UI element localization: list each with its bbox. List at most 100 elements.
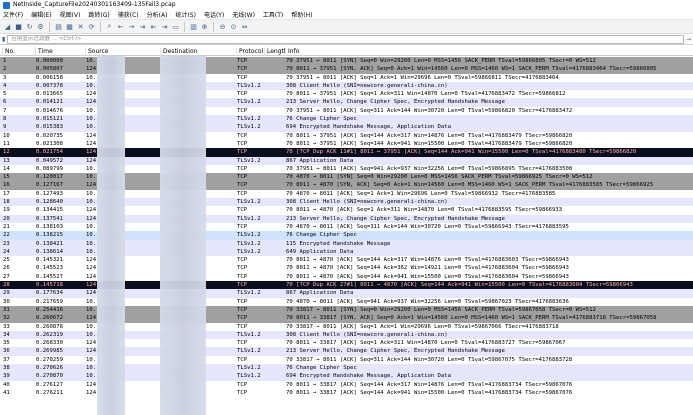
restart-icon[interactable]: ↻ — [25, 22, 34, 31]
cell-no: 34 — [3, 331, 10, 338]
cell-proto: TCP — [237, 174, 248, 181]
cell-time: 0.021308 — [36, 140, 63, 147]
zoom-out-icon[interactable]: ⊖ — [218, 22, 227, 31]
last-icon[interactable]: ⇥ — [160, 22, 169, 31]
cell-info: 213 Server Hello, Change Cipher Spec, En… — [286, 348, 505, 355]
cell-time: 0.014121 — [36, 99, 63, 106]
column-header-no[interactable]: No. — [2, 47, 35, 56]
stop-icon[interactable]: ■ — [14, 22, 23, 31]
cell-no: 12 — [3, 149, 10, 156]
cell-info: 70 [TCP Dup ACK 11#1] 8011 → 37951 [ACK]… — [286, 149, 637, 156]
cell-len — [265, 140, 286, 148]
cell-proto: TCP — [237, 190, 248, 197]
column-header-len[interactable]: Length — [264, 47, 285, 56]
cell-no: 14 — [3, 165, 10, 172]
cell-len — [265, 107, 286, 115]
menu-item-9[interactable]: 工具(T) — [263, 10, 283, 19]
cell-time: 0.000000 — [36, 58, 63, 64]
menu-item-1[interactable]: 编辑(E) — [31, 10, 51, 19]
cell-proto: TLSv1.2 — [237, 157, 261, 164]
column-header-info[interactable]: Info — [285, 47, 693, 56]
cell-info: 70 8011 → 33817 [ACK] Seq=1 Ack=311 Win=… — [286, 340, 566, 347]
cell-len — [265, 339, 286, 347]
back-icon[interactable]: ← — [116, 22, 125, 31]
goto-icon[interactable]: ⇥ — [138, 22, 147, 31]
cell-time: 0.021754 — [36, 149, 63, 156]
menu-item-7[interactable]: 电话(Y) — [204, 10, 224, 19]
first-icon[interactable]: ⇤ — [149, 22, 158, 31]
cell-len — [265, 223, 286, 231]
menu-item-8[interactable]: 无线(W) — [232, 10, 255, 19]
cell-time: 0.276127 — [36, 381, 63, 388]
display-filter-input[interactable] — [7, 34, 684, 44]
cell-time: 0.138614 — [36, 248, 63, 255]
cell-info: 70 8011 → 33817 [ACK] Seq=144 Ack=317 Wi… — [286, 381, 573, 388]
cell-len — [265, 298, 286, 306]
menu-item-2[interactable]: 视图(V) — [60, 10, 81, 19]
cell-no: 21 — [3, 223, 10, 230]
cell-no: 37 — [3, 356, 10, 363]
cell-time: 0.020735 — [36, 132, 63, 139]
cell-proto: TCP — [237, 182, 248, 189]
menu-item-6[interactable]: 统计(S) — [175, 10, 196, 19]
resize-columns-icon[interactable]: ⇔ — [240, 22, 249, 31]
cell-no: 10 — [3, 132, 10, 139]
zoom-reset-icon[interactable]: ⊙ — [229, 22, 238, 31]
cell-proto: TCP — [237, 323, 248, 330]
cell-no: 39 — [3, 373, 10, 380]
cell-info: 867 Application Data — [286, 157, 354, 164]
toolbar-separator — [184, 21, 185, 32]
cell-time: 0.145718 — [36, 282, 63, 289]
cell-time: 0.270870 — [36, 373, 63, 380]
arrow-right-icon[interactable]: → — [686, 36, 691, 43]
cell-time: 0.006158 — [36, 74, 63, 81]
cell-proto: TCP — [237, 207, 248, 214]
cell-time: 0.262319 — [36, 331, 63, 338]
cell-len — [265, 57, 286, 65]
menu-item-5[interactable]: 分析(A) — [147, 10, 168, 19]
cell-info: 70 [TCP Dup ACK 27#1] 8011 → 4870 [ACK] … — [286, 282, 633, 289]
options-icon[interactable]: ⚙ — [36, 22, 45, 31]
cell-len — [265, 323, 286, 331]
cell-proto: TLSv1.2 — [237, 331, 261, 338]
column-header-dst[interactable]: Destination — [160, 47, 236, 56]
colorize-icon[interactable]: ▥ — [189, 22, 198, 31]
cell-len — [265, 98, 286, 106]
zoom-in-icon[interactable]: ⊕ — [200, 22, 209, 31]
column-header-src[interactable]: Source — [85, 47, 160, 56]
cell-len — [265, 331, 286, 339]
title-bar: NetInside_CaptureFile20240301163409-135F… — [0, 0, 693, 10]
cell-no: 5 — [3, 91, 7, 98]
cell-proto: TLSv1.2 — [237, 364, 261, 371]
reload-icon[interactable]: ⟳ — [87, 22, 96, 31]
cell-no: 40 — [3, 381, 10, 388]
column-header-time[interactable]: Time — [35, 47, 85, 56]
menu-item-10[interactable]: 帮助(H) — [291, 10, 312, 19]
cell-len — [265, 198, 286, 206]
column-header-proto[interactable]: Protocol — [236, 47, 264, 56]
autoscroll-icon[interactable]: ▭ — [171, 22, 180, 31]
cell-proto: TLSv1.2 — [237, 248, 261, 255]
find-icon[interactable]: ⌕ — [105, 22, 114, 31]
cell-len — [265, 74, 286, 82]
cell-time: 0.270259 — [36, 356, 63, 363]
cell-time: 0.145523 — [36, 265, 63, 272]
menu-item-3[interactable]: 跳转(G) — [88, 10, 109, 19]
bookmark-icon[interactable]: ▮ — [2, 36, 5, 43]
close-icon[interactable]: ✕ — [76, 22, 85, 31]
cell-info: 70 8011 → 4870 [ACK] Seq=144 Ack=362 Win… — [286, 265, 569, 272]
cell-info: 70 8011 → 4870 [SYN, ACK] Seq=0 Ack=1 Wi… — [286, 182, 654, 189]
forward-icon[interactable]: → — [127, 22, 136, 31]
menu-item-0[interactable]: 文件(F) — [3, 10, 23, 19]
menu-item-4[interactable]: 捕获(C) — [118, 10, 139, 19]
save-icon[interactable]: ▦ — [65, 22, 74, 31]
cell-time: 0.013665 — [36, 91, 63, 98]
display-filter-bar: ▮ → — [0, 34, 693, 45]
cell-proto: TLSv1.2 — [237, 199, 261, 206]
wireshark-app-icon — [3, 1, 10, 9]
cell-info: 70 8011 → 37951 [SYN, ACK] Seq=0 Ack=1 W… — [286, 66, 657, 73]
cell-proto: TLSv1.2 — [237, 232, 261, 239]
shark-fin-icon[interactable]: ◢ — [3, 22, 12, 31]
open-icon[interactable]: ▤ — [54, 22, 63, 31]
cell-len — [265, 356, 286, 364]
